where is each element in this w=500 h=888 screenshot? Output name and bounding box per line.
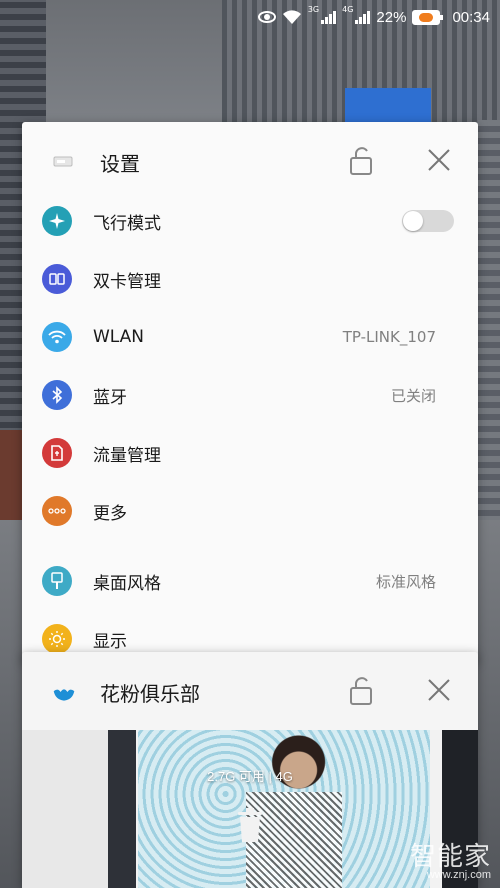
settings-item-dual-sim[interactable]: 双卡管理: [22, 250, 478, 308]
dual-sim-icon: [42, 264, 72, 294]
bluetooth-status: 已关闭: [390, 386, 436, 405]
settings-item-label: 飞行模式: [93, 213, 161, 234]
signal-strength-icon: [321, 10, 337, 24]
settings-app-icon: [52, 150, 76, 174]
settings-item-data-usage[interactable]: 流量管理: [22, 424, 478, 482]
watermark-logo-text: 智能家: [410, 842, 492, 872]
signal-strength-icon-2: [355, 10, 371, 24]
network-type-label-2: 4G: [342, 5, 354, 14]
network-type-label: 3G: [307, 5, 320, 14]
memory-available-label: 2.7G 可用 | 4G: [207, 769, 293, 784]
battery-percent: 22%: [376, 8, 407, 26]
more-icon: [42, 496, 72, 526]
settings-item-label: 桌面风格: [93, 573, 161, 594]
home-style-value: 标准风格: [375, 572, 436, 591]
settings-item-more[interactable]: 更多: [22, 482, 478, 540]
settings-item-label: 双卡管理: [93, 271, 161, 292]
trash-icon[interactable]: [236, 806, 264, 844]
status-bar: 3G 4G 22% 00:34: [0, 0, 500, 34]
bluetooth-icon: [42, 380, 72, 410]
settings-item-label: WLAN: [93, 327, 145, 347]
settings-item-label: 显示: [93, 631, 127, 652]
card-header: 花粉俱乐部: [22, 652, 478, 732]
settings-item-label: 流量管理: [93, 445, 161, 466]
card-title: 花粉俱乐部: [100, 681, 200, 706]
card-title: 设置: [100, 151, 140, 176]
settings-item-label: 蓝牙: [93, 387, 127, 408]
clock: 00:34: [452, 8, 490, 26]
airplane-mode-toggle[interactable]: [402, 210, 454, 232]
wifi-icon: [42, 322, 72, 352]
card-header: 设置: [22, 122, 478, 202]
battery-charging-icon: [412, 9, 444, 25]
settings-item-home-style[interactable]: 桌面风格 标准风格: [22, 552, 478, 610]
close-icon[interactable]: [426, 677, 452, 703]
settings-item-bluetooth[interactable]: 蓝牙 已关闭: [22, 366, 478, 424]
data-usage-icon: [42, 438, 72, 468]
settings-list: 飞行模式 双卡管理 WLAN TP-LINK_107 蓝牙 已关闭 流量管理 更…: [22, 192, 478, 662]
unlock-icon[interactable]: [348, 676, 374, 706]
watermark: 智能家 www.znj.com: [410, 836, 491, 881]
wifi-icon: [282, 10, 301, 24]
eye-comfort-icon: [257, 11, 276, 23]
club-app-icon: [52, 680, 76, 704]
recent-card-settings[interactable]: 设置 飞行模式 双卡管理 WLAN TP-LINK_107 蓝牙 已关闭 流量管…: [22, 122, 478, 662]
wallpaper-car: [0, 430, 24, 525]
settings-item-wlan[interactable]: WLAN TP-LINK_107: [22, 308, 478, 366]
close-icon[interactable]: [426, 147, 452, 173]
wlan-network-name: TP-LINK_107: [342, 328, 436, 346]
home-style-icon: [42, 566, 72, 596]
display-icon: [42, 624, 72, 654]
settings-item-label: 更多: [93, 503, 127, 524]
unlock-icon[interactable]: [348, 146, 374, 176]
airplane-icon: [42, 206, 72, 236]
settings-item-airplane-mode[interactable]: 飞行模式: [22, 192, 478, 250]
club-photo-image: [138, 730, 430, 888]
